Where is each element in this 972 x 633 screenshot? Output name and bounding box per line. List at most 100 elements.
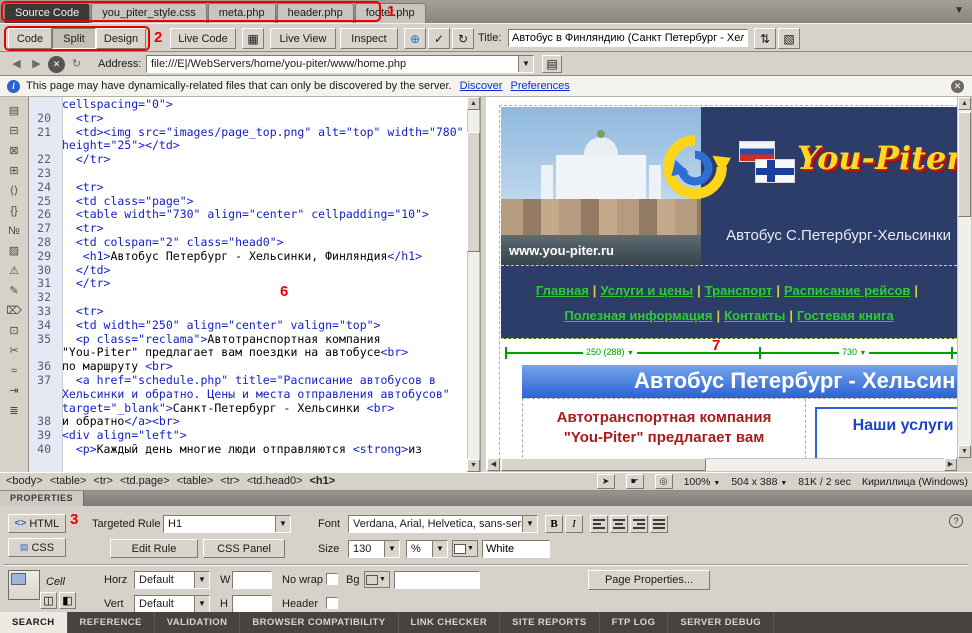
dock-tab-validation[interactable]: VALIDATION — [155, 612, 241, 633]
refresh-page-icon[interactable]: ↻ — [68, 56, 85, 73]
format-source-icon[interactable]: ≣ — [4, 402, 25, 421]
code-line[interactable]: target="_blank">Санкт-Петербург - Хельси… — [29, 402, 467, 416]
dock-tab-browser-compatibility[interactable]: BROWSER COMPATIBILITY — [240, 612, 398, 633]
scrollbar-thumb[interactable] — [467, 132, 480, 252]
properties-tab[interactable]: PROPERTIES — [0, 491, 84, 506]
live-view-button[interactable]: Live View — [270, 28, 336, 49]
services-cell[interactable]: Наши услуги — [815, 407, 957, 458]
column-width-label[interactable]: 250 (288) ▼ — [583, 346, 637, 360]
scrollbar-thumb[interactable] — [958, 112, 971, 217]
collapse-full-tag-icon[interactable]: ⊟ — [4, 122, 25, 141]
cell-height-input[interactable] — [232, 595, 272, 613]
tag-selector-item[interactable]: <table> — [50, 475, 87, 487]
scroll-down-icon[interactable]: ▼ — [958, 445, 971, 458]
code-line[interactable]: 28 <td colspan="2" class="head0"> — [29, 236, 467, 250]
help-icon[interactable]: ? — [949, 514, 963, 528]
code-line[interactable]: 27 <tr> — [29, 222, 467, 236]
dock-tab-search[interactable]: SEARCH — [0, 612, 68, 633]
close-icon[interactable]: ✕ — [951, 80, 964, 93]
code-line[interactable]: 32 — [29, 291, 467, 305]
syntax-error-alerts-icon[interactable]: ⚠ — [4, 262, 25, 281]
scroll-right-icon[interactable]: ▶ — [944, 458, 957, 471]
text-color-swatch[interactable]: ▼ — [452, 540, 478, 557]
code-line[interactable]: 38и обратно</a><br> — [29, 415, 467, 429]
size-select[interactable]: 130 ▼ — [348, 540, 400, 558]
align-center-button[interactable] — [610, 515, 628, 533]
forward-icon[interactable]: ▶ — [28, 56, 45, 73]
remove-comment-icon[interactable]: ⌦ — [4, 302, 25, 321]
scroll-left-icon[interactable]: ◀ — [487, 458, 500, 471]
tag-selector-item[interactable]: <tr> — [220, 475, 240, 487]
code-line[interactable]: 23 — [29, 167, 467, 181]
html-mode-button[interactable]: <> HTML — [8, 514, 66, 533]
design-page-heading[interactable]: Автобус Петербург - Хельсинки — [522, 365, 957, 398]
align-justify-button[interactable] — [650, 515, 668, 533]
code-line[interactable]: 24 <tr> — [29, 181, 467, 195]
zoom-tool-icon[interactable]: ◎ — [655, 474, 673, 489]
tab-header.php[interactable]: header.php — [277, 3, 354, 23]
tag-selector-item[interactable]: <table> — [177, 475, 214, 487]
align-right-button[interactable] — [630, 515, 648, 533]
design-view[interactable]: You-Piter Автобус С.Петербург-Хельсинки … — [487, 97, 957, 472]
view-options-icon[interactable]: ▧ — [778, 28, 800, 49]
open-documents-icon[interactable]: ▤ — [4, 102, 25, 121]
select-parent-tag-icon[interactable]: ⟨⟩ — [4, 182, 25, 201]
split-view-button[interactable]: Split — [52, 28, 96, 49]
code-line[interactable]: 31 </tr> — [29, 277, 467, 291]
bold-button[interactable]: B — [545, 515, 563, 533]
live-view-options-icon[interactable]: ▤ — [542, 55, 562, 73]
code-line[interactable]: 37 <a href="schedule.php" title="Расписа… — [29, 374, 467, 388]
code-line[interactable]: 29 <h1>Автобус Петербург - Хельсинки, Фи… — [29, 250, 467, 264]
cell-width-input[interactable] — [232, 571, 272, 589]
recent-snippets-icon[interactable]: ✂ — [4, 342, 25, 361]
css-panel-button[interactable]: CSS Panel — [203, 539, 285, 558]
title-input[interactable] — [508, 29, 748, 47]
merge-cells-icon[interactable]: ◫ — [40, 592, 57, 609]
code-line[interactable]: 40 <p>Каждый день многие люди отправляют… — [29, 443, 467, 457]
italic-button[interactable]: I — [565, 515, 583, 533]
validate-icon[interactable]: ✓ — [428, 28, 450, 49]
code-line[interactable]: 36по маршруту <br> — [29, 360, 467, 374]
code-line[interactable]: 33 <tr> — [29, 305, 467, 319]
vert-select[interactable]: Default ▼ — [134, 595, 210, 613]
window-size[interactable]: 504 x 388 ▼ — [731, 476, 787, 488]
move-css-icon[interactable]: ≈ — [4, 362, 25, 381]
dock-tab-server-debug[interactable]: SERVER DEBUG — [668, 612, 774, 633]
indent-code-icon[interactable]: ⇥ — [4, 382, 25, 401]
address-input[interactable]: file:///E|/WebServers/home/you-piter/www… — [146, 55, 534, 73]
code-line[interactable]: cellspacing="0"> — [29, 98, 467, 112]
code-line[interactable]: 26 <table width="730" align="center" cel… — [29, 208, 467, 222]
scrollbar-thumb[interactable] — [501, 458, 706, 471]
align-left-button[interactable] — [590, 515, 608, 533]
design-hscrollbar[interactable]: ◀ ▶ — [487, 458, 957, 472]
edit-rule-button[interactable]: Edit Rule — [110, 539, 198, 558]
code-view-button[interactable]: Code — [8, 28, 52, 49]
zoom-level[interactable]: 100% ▼ — [684, 476, 721, 488]
code-line[interactable]: 39<div align="left"> — [29, 429, 467, 443]
tag-selector-item[interactable]: <td.head0> — [247, 475, 303, 487]
dock-tab-site-reports[interactable]: SITE REPORTS — [500, 612, 599, 633]
code-line[interactable]: "You-Piter" предлагает вам поездки на ав… — [29, 346, 467, 360]
check-page-icon[interactable]: ▦ — [242, 28, 264, 49]
text-color-input[interactable] — [482, 540, 550, 558]
scroll-down-icon[interactable]: ▼ — [467, 459, 480, 472]
scroll-up-icon[interactable]: ▲ — [958, 97, 971, 110]
bg-color-swatch[interactable]: ▼ — [364, 571, 390, 588]
code-line[interactable]: 35 <p class="reclama">Автотранспортная к… — [29, 333, 467, 347]
design-view-button[interactable]: Design — [96, 28, 146, 49]
table-width-label[interactable]: 730 ▼ — [839, 346, 869, 360]
preferences-link[interactable]: Preferences — [510, 80, 569, 92]
nav-link[interactable]: Гостевая книга — [797, 308, 894, 323]
tab-you_piter_style.css[interactable]: you_piter_style.css — [91, 3, 207, 23]
file-management-icon[interactable]: ⇅ — [754, 28, 776, 49]
dock-tab-link-checker[interactable]: LINK CHECKER — [399, 612, 501, 633]
preview-globe-icon[interactable]: ⊕ — [404, 28, 426, 49]
live-code-button[interactable]: Live Code — [170, 28, 236, 49]
font-select[interactable]: Verdana, Arial, Helvetica, sans-serif ▼ — [348, 515, 538, 533]
design-vscrollbar[interactable]: ▲ ▼ — [957, 97, 972, 458]
split-cell-icon[interactable]: ◧ — [59, 592, 76, 609]
expand-all-icon[interactable]: ⊞ — [4, 162, 25, 181]
code-line[interactable]: 20 <tr> — [29, 112, 467, 126]
code-line[interactable]: height="25"></td> — [29, 139, 467, 153]
targeted-rule-select[interactable]: H1 ▼ — [163, 515, 291, 533]
